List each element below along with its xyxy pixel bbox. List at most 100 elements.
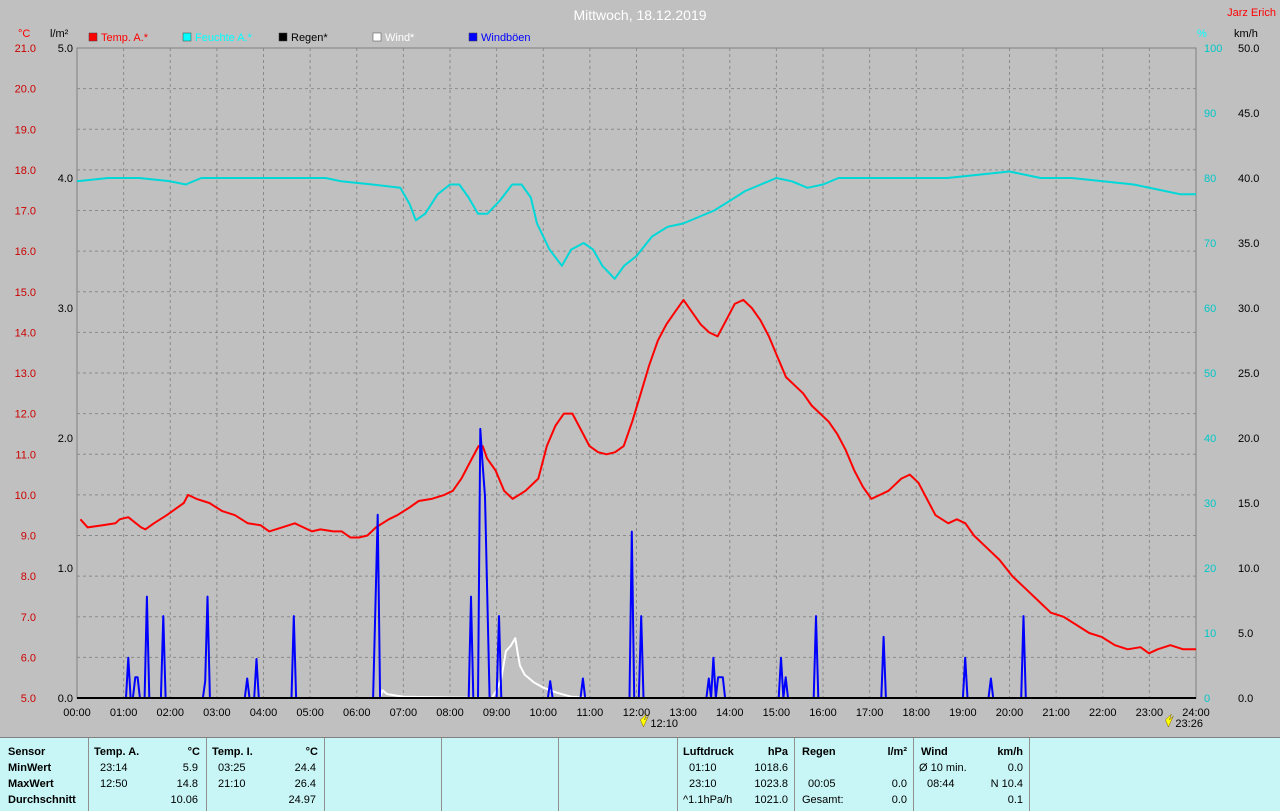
x-tick-label: 19:00 — [949, 707, 977, 719]
y-tick-label: 3.0 — [58, 303, 73, 315]
stat-max-label: MaxWert — [8, 778, 54, 790]
y-tick-label: 50 — [1204, 368, 1216, 380]
wind-unit-label: km/h — [1234, 28, 1258, 40]
y-tick-label: 0.0 — [58, 693, 73, 705]
stat-rain-total-value: 0.0 — [891, 794, 907, 806]
stat-temp-i-avg-value: 24.97 — [288, 794, 316, 806]
legend-label: Wind* — [385, 32, 415, 44]
stat-wind-column: Wind km/h Ø 10 min. 0.0 08:44 N 10.4 0.1 — [913, 738, 1030, 811]
x-tick-label: 18:00 — [902, 707, 930, 719]
y-tick-label: 0.0 — [1238, 693, 1253, 705]
stat-temp-a-max-value: 14.8 — [176, 778, 198, 790]
legend-swatch — [182, 32, 192, 42]
x-tick-label: 23:00 — [1136, 707, 1164, 719]
y-tick-label: 13.0 — [15, 368, 36, 380]
x-tick-label: 14:00 — [716, 707, 744, 719]
x-tick-label: 06:00 — [343, 707, 371, 719]
y-tick-label: 6.0 — [21, 652, 36, 664]
lightning-icon — [1165, 713, 1174, 728]
y-tick-label: 10 — [1204, 628, 1216, 640]
stat-temp-a-unit: °C — [187, 746, 200, 758]
stat-temp-i-unit: °C — [305, 746, 318, 758]
x-tick-label: 09:00 — [483, 707, 511, 719]
y-tick-label: 20.0 — [15, 84, 36, 96]
x-tick-label: 21:00 — [1042, 707, 1070, 719]
y-tick-label: 12.0 — [15, 409, 36, 421]
stat-pressure-max-value: 1023.8 — [754, 778, 788, 790]
x-tick-label: 15:00 — [763, 707, 791, 719]
x-tick-label: 01:00 — [110, 707, 138, 719]
stat-rain-unit: l/m² — [887, 746, 907, 758]
author-label: Jarz Erich — [1227, 7, 1276, 19]
stat-wind-header: Wind — [921, 746, 948, 758]
y-tick-label: 60 — [1204, 303, 1216, 315]
stat-sensor-header: Sensor — [8, 746, 46, 758]
stat-temp-a-avg-value: 10.06 — [170, 794, 198, 806]
y-tick-label: 90 — [1204, 108, 1216, 120]
legend-label: Regen* — [291, 32, 328, 44]
x-tick-label: 03:00 — [203, 707, 231, 719]
stat-temp-a-min-value: 5.9 — [182, 762, 198, 774]
y-tick-label: 9.0 — [21, 531, 36, 543]
y-tick-label: 30.0 — [1238, 303, 1259, 315]
event-marker-label: 23:26 — [1175, 718, 1203, 730]
x-tick-label: 17:00 — [856, 707, 884, 719]
y-tick-label: 45.0 — [1238, 108, 1259, 120]
y-tick-label: 0 — [1204, 693, 1210, 705]
y-tick-label: 14.0 — [15, 327, 36, 339]
stat-pressure-min-value: 1018.6 — [754, 762, 788, 774]
stat-pressure-unit: hPa — [767, 746, 788, 758]
x-tick-label: 10:00 — [529, 707, 557, 719]
stat-min-label: MinWert — [8, 762, 52, 774]
y-tick-label: 100 — [1204, 43, 1222, 55]
y-tick-label: 17.0 — [15, 206, 36, 218]
stat-wind-avg10-value: 0.0 — [1007, 762, 1023, 774]
stat-avg-label: Durchschnitt — [8, 794, 76, 806]
legend-label: Windböen — [481, 32, 531, 44]
stat-pressure-min-time: 01:10 — [689, 762, 717, 774]
chart-title: Mittwoch, 18.12.2019 — [573, 7, 706, 23]
x-tick-label: 05:00 — [296, 707, 324, 719]
x-tick-label: 00:00 — [63, 707, 91, 719]
stat-rain-column: Regen l/m² 00:05 0.0 Gesamt: 0.0 — [794, 738, 914, 811]
stat-pressure-max-time: 23:10 — [689, 778, 717, 790]
stat-temp-a-column: Temp. A. °C 23:14 5.9 12:50 14.8 10.06 — [88, 738, 207, 811]
stat-sensor-column: Sensor MinWert MaxWert Durchschnitt — [0, 738, 89, 811]
stat-temp-i-max-time: 21:10 — [218, 778, 246, 790]
y-tick-label: 40 — [1204, 433, 1216, 445]
y-tick-label: 7.0 — [21, 612, 36, 624]
y-tick-label: 80 — [1204, 173, 1216, 185]
y-tick-label: 11.0 — [15, 449, 36, 461]
y-tick-label: 35.0 — [1238, 238, 1259, 250]
stat-wind-unit: km/h — [997, 746, 1023, 758]
stat-temp-i-max-value: 26.4 — [294, 778, 316, 790]
y-tick-label: 5.0 — [1238, 628, 1253, 640]
x-tick-label: 12:00 — [623, 707, 651, 719]
y-tick-label: 5.0 — [58, 43, 73, 55]
stat-temp-i-header: Temp. I. — [212, 746, 253, 758]
stat-temp-i-min-value: 24.4 — [294, 762, 316, 774]
stat-temp-a-header: Temp. A. — [94, 746, 140, 758]
y-tick-label: 10.0 — [15, 490, 36, 502]
humidity-unit-label: % — [1197, 28, 1207, 40]
event-marker-label: 12:10 — [650, 718, 678, 730]
rain-unit-label: l/m² — [50, 28, 69, 40]
stat-wind-avg-value: 0.1 — [1007, 794, 1023, 806]
legend-swatch — [88, 32, 98, 42]
y-tick-label: 40.0 — [1238, 173, 1259, 185]
stat-wind-max-time: 08:44 — [927, 778, 955, 790]
legend-label: Feuchte A.* — [195, 32, 253, 44]
stat-rain-max-value: 0.0 — [891, 778, 907, 790]
time-axis: 00:00 01:00 02:00 03:00 04:00 05:00 06:00 07:00… — [63, 707, 1210, 719]
stat-temp-a-min-time: 23:14 — [100, 762, 128, 774]
y-tick-label: 18.0 — [15, 165, 36, 177]
rain-axis: 5.0 4.0 3.0 2.0 1.0 0.0 — [58, 43, 73, 705]
stat-temp-i-column: Temp. I. °C 03:25 24.4 21:10 26.4 24.97 — [206, 738, 325, 811]
legend: Temp. A.* Feuchte A.* Regen* Wind* Windböen — [88, 32, 531, 44]
weather-chart: 21.0 20.0 19.0 18.0 17.0 16.0 15.0 14.0 13.0 12.0… — [15, 7, 1276, 730]
wind-axis: 50.0 45.0 40.0 35.0 30.0 25.0 20.0 15.0 10.0 5.0 0… — [1238, 43, 1259, 705]
y-tick-label: 16.0 — [15, 246, 36, 258]
stat-empty-column-2 — [441, 738, 559, 811]
legend-swatch — [372, 32, 382, 42]
legend-swatch — [468, 32, 478, 42]
